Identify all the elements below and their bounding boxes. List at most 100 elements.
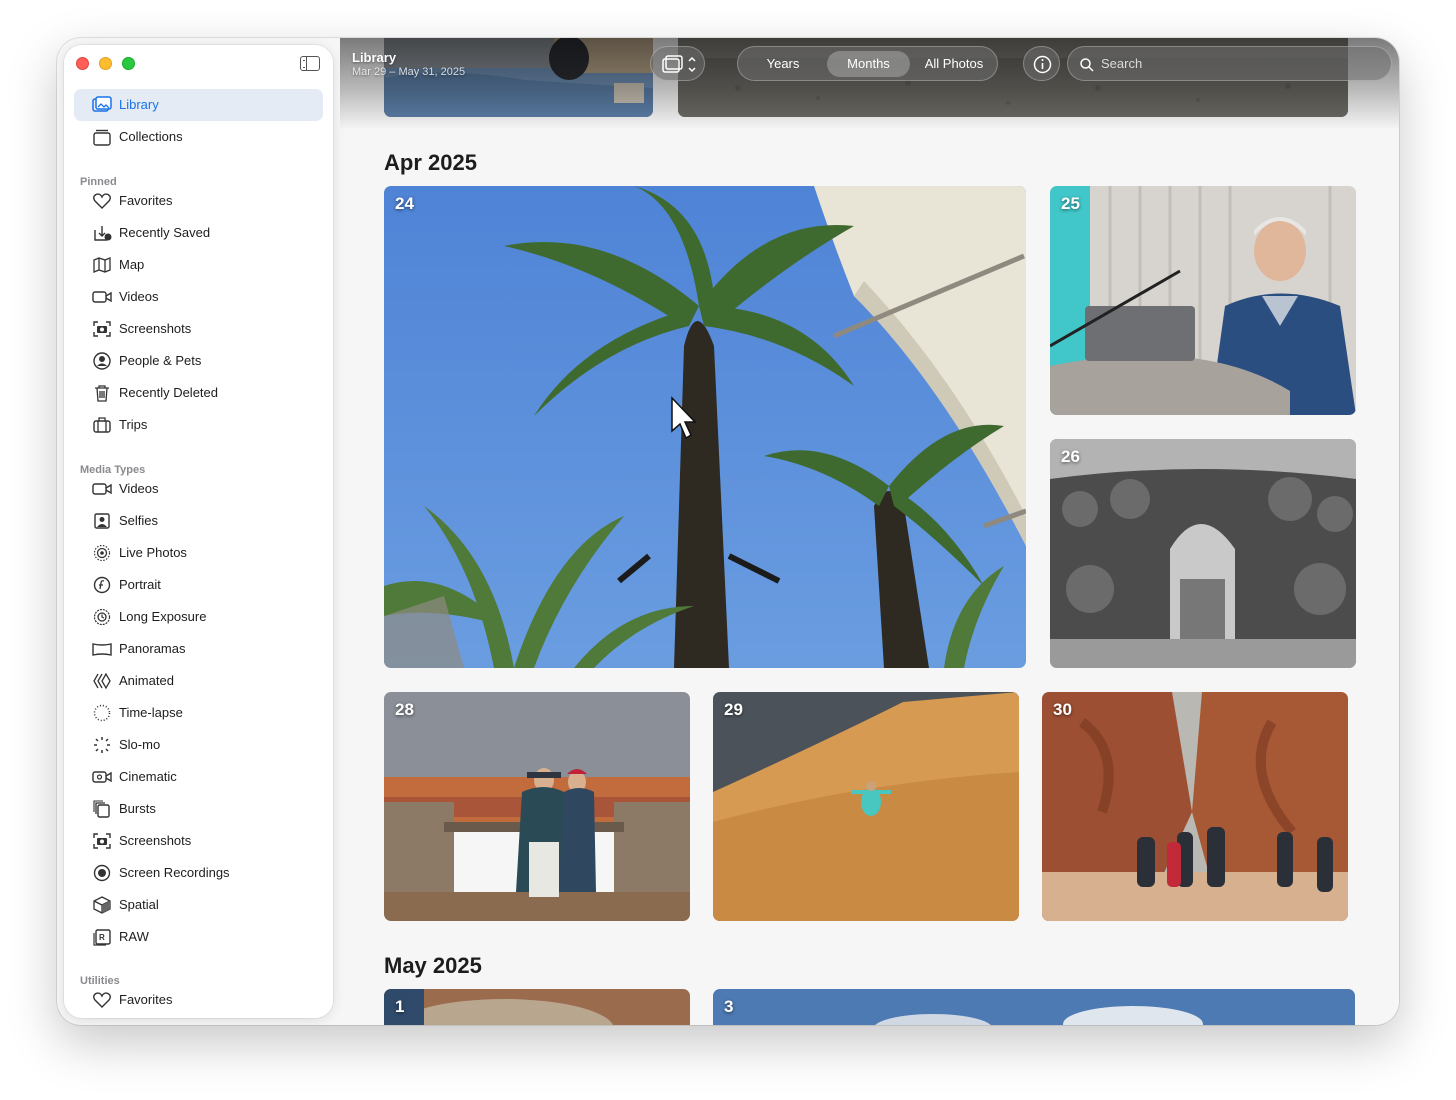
day-label: 26 xyxy=(1061,447,1080,466)
person-circle-icon xyxy=(92,352,112,370)
close-window-button[interactable] xyxy=(76,57,89,70)
photo-thumbnail[interactable]: 25 xyxy=(1050,186,1356,415)
photo-thumbnail[interactable]: 26 xyxy=(1050,439,1356,668)
animated-icon xyxy=(92,672,112,690)
sidebar-item-label: Collections xyxy=(119,129,183,144)
photo-thumbnail[interactable]: 28 xyxy=(384,692,690,921)
sidebar-item-label: People & Pets xyxy=(119,353,202,368)
cube-icon xyxy=(92,896,112,914)
sidebar-item-label: Selfies xyxy=(119,513,159,528)
raw-icon: R xyxy=(92,928,112,946)
zoom-window-button[interactable] xyxy=(122,57,135,70)
sidebar-item-videos[interactable]: Videos xyxy=(74,281,323,313)
month-title-apr: Apr 2025 xyxy=(384,150,477,175)
photo-thumbnail[interactable]: 1 xyxy=(384,989,690,1025)
photo-grid[interactable]: Apr 2025 24 25 26 28 29 30 May 2025 1 3 xyxy=(340,38,1399,1025)
heart-icon xyxy=(92,991,112,1009)
photos-window: Apr 2025 24 25 26 28 29 30 May 2025 1 3 … xyxy=(57,38,1399,1025)
svg-text:R: R xyxy=(99,933,105,942)
date-range: Mar 29 – May 31, 2025 xyxy=(352,66,466,78)
time-scope-segmented-control[interactable]: Years Months All Photos xyxy=(737,46,998,81)
slomo-icon xyxy=(92,736,112,754)
photo-thumbnail[interactable]: 24 xyxy=(384,186,1026,668)
sidebar-item-map[interactable]: Map xyxy=(74,249,323,281)
sidebar-item-cinematic[interactable]: Cinematic xyxy=(74,761,323,793)
day-label: 25 xyxy=(1061,194,1080,213)
day-label: 29 xyxy=(724,700,743,719)
day-label: 24 xyxy=(395,194,414,213)
cinematic-icon xyxy=(92,768,112,786)
sidebar-item-utilities-favorites[interactable]: Favorites xyxy=(74,984,323,1016)
sidebar-item-label: RAW xyxy=(119,929,149,944)
day-label: 1 xyxy=(395,997,405,1016)
sidebar-item-recently-deleted[interactable]: Recently Deleted xyxy=(74,377,323,409)
sidebar-item-screenshots-media[interactable]: Screenshots xyxy=(74,825,323,857)
sidebar-item-live-photos[interactable]: Live Photos xyxy=(74,537,323,569)
trash-icon xyxy=(92,384,112,402)
photo-thumbnail[interactable]: 3 xyxy=(713,989,1355,1025)
sidebar-item-panoramas[interactable]: Panoramas xyxy=(74,633,323,665)
sidebar-item-collections[interactable]: Collections xyxy=(74,121,323,153)
sidebar-item-library[interactable]: Library xyxy=(74,89,323,121)
sidebar-toggle-icon[interactable] xyxy=(300,56,320,71)
segment-months[interactable]: Months xyxy=(827,51,910,77)
bursts-icon xyxy=(92,800,112,818)
sidebar-item-time-lapse[interactable]: Time-lapse xyxy=(74,697,323,729)
sidebar-item-label: Long Exposure xyxy=(119,609,207,624)
sidebar-item-label: Screenshots xyxy=(119,833,192,848)
screenshot-icon xyxy=(92,320,112,338)
photo-thumbnail[interactable]: 30 xyxy=(1042,692,1348,921)
sidebar-item-screen-recordings[interactable]: Screen Recordings xyxy=(74,857,323,889)
sidebar-item-label: Animated xyxy=(119,673,174,688)
sidebar-item-label: Panoramas xyxy=(119,641,186,656)
sidebar-item-animated[interactable]: Animated xyxy=(74,665,323,697)
timelapse-icon xyxy=(92,704,112,722)
sidebar-item-label: Favorites xyxy=(119,193,173,208)
day-label: 30 xyxy=(1053,700,1072,719)
portrait-f-icon xyxy=(92,576,112,594)
sidebar-item-raw[interactable]: R RAW xyxy=(74,921,323,953)
search-field[interactable]: Search xyxy=(1067,46,1392,81)
sidebar-item-label: Favorites xyxy=(119,992,173,1007)
sidebar-item-label: Cinematic xyxy=(119,769,177,784)
sidebar-item-bursts[interactable]: Bursts xyxy=(74,793,323,825)
sidebar-item-label: Live Photos xyxy=(119,545,187,560)
sidebar-item-label: Videos xyxy=(119,481,159,496)
sidebar-item-videos-media[interactable]: Videos xyxy=(74,473,323,505)
sidebar-item-label: Screen Recordings xyxy=(119,865,230,880)
photo-thumbnail[interactable]: 29 xyxy=(713,692,1019,921)
search-placeholder: Search xyxy=(1101,56,1143,71)
sidebar-item-label: Screenshots xyxy=(119,321,192,336)
sidebar-item-label: Spatial xyxy=(119,897,159,912)
video-icon xyxy=(92,288,112,306)
info-button[interactable] xyxy=(1023,46,1060,81)
segment-all-photos[interactable]: All Photos xyxy=(913,51,995,77)
sidebar-item-recently-saved[interactable]: Recently Saved xyxy=(74,217,323,249)
live-photo-icon xyxy=(92,544,112,562)
sidebar-item-people-pets[interactable]: People & Pets xyxy=(74,345,323,377)
collections-icon xyxy=(92,128,112,146)
map-icon xyxy=(92,256,112,274)
sidebar-item-label: Library xyxy=(119,97,159,112)
minimize-window-button[interactable] xyxy=(99,57,112,70)
sidebar-item-portrait[interactable]: Portrait xyxy=(74,569,323,601)
window-title: Library xyxy=(352,50,397,65)
sidebar-item-long-exposure[interactable]: Long Exposure xyxy=(74,601,323,633)
sidebar-item-label: Recently Saved xyxy=(119,225,211,240)
panorama-icon xyxy=(92,640,112,658)
segment-years[interactable]: Years xyxy=(742,51,824,77)
sidebar-item-screenshots[interactable]: Screenshots xyxy=(74,313,323,345)
sidebar: Library Collections Pinned Favorites Rec… xyxy=(64,45,333,1018)
sidebar-item-slo-mo[interactable]: Slo-mo xyxy=(74,729,323,761)
sidebar-item-label: Videos xyxy=(119,289,159,304)
sidebar-item-trips[interactable]: Trips xyxy=(74,409,323,441)
screenshot-icon xyxy=(92,832,112,850)
long-exposure-icon xyxy=(92,608,112,626)
heart-icon xyxy=(92,192,112,210)
view-options-button[interactable] xyxy=(650,46,705,81)
sidebar-item-selfies[interactable]: Selfies xyxy=(74,505,323,537)
sidebar-item-favorites[interactable]: Favorites xyxy=(74,185,323,217)
sidebar-item-spatial[interactable]: Spatial xyxy=(74,889,323,921)
search-icon xyxy=(1080,58,1094,72)
month-title-may: May 2025 xyxy=(384,953,482,978)
